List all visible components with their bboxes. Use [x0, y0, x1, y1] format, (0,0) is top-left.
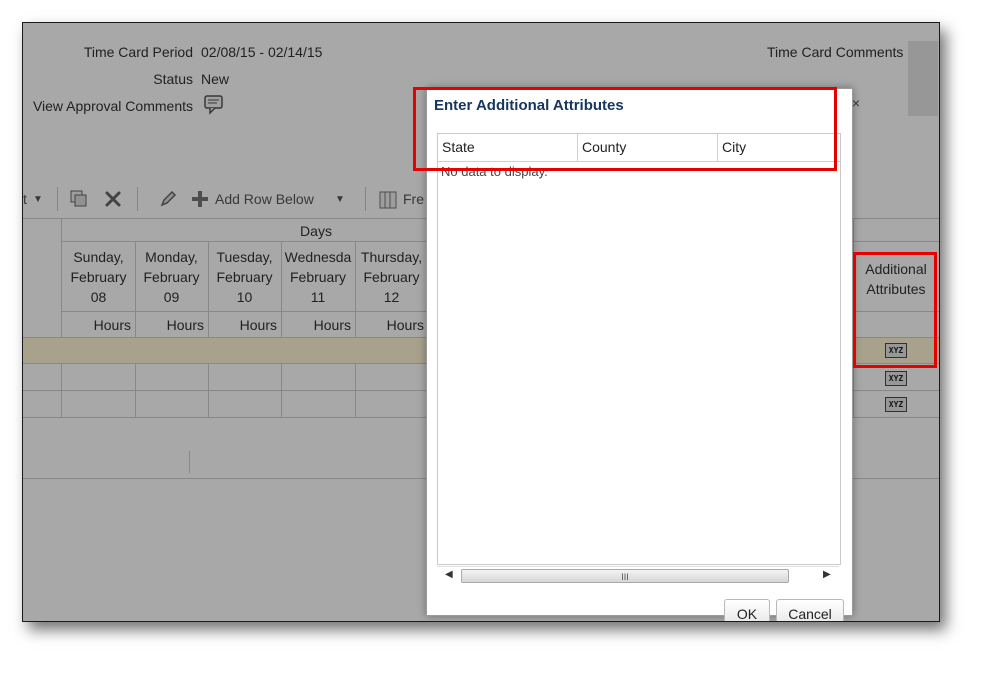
dialog-header-highlight — [413, 87, 837, 171]
app-window: Time Card Period 02/08/15 - 02/14/15 Sta… — [22, 22, 940, 622]
scroll-right-arrow-icon[interactable]: ▶ — [823, 569, 831, 580]
attributes-table: State County City No data to display. — [437, 133, 841, 565]
scroll-thumb[interactable]: III — [461, 569, 789, 583]
ok-button[interactable]: OK — [724, 599, 770, 621]
scroll-left-arrow-icon[interactable]: ◀ — [445, 569, 453, 580]
horizontal-scrollbar[interactable]: ◀ III ▶ — [437, 566, 839, 585]
cancel-button[interactable]: Cancel — [776, 599, 844, 621]
close-icon[interactable]: × — [852, 95, 860, 111]
additional-attributes-highlight — [853, 252, 937, 368]
